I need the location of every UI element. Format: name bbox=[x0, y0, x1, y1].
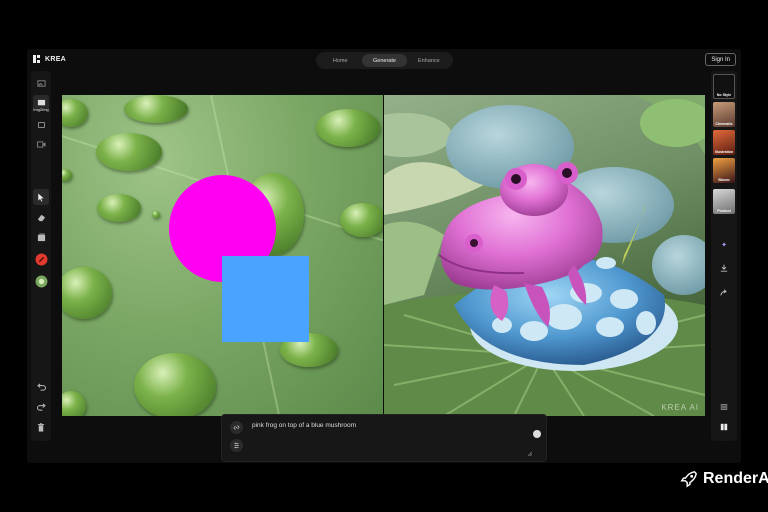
share-button[interactable] bbox=[717, 287, 731, 299]
gallery-icon bbox=[37, 232, 45, 241]
tab-enhance[interactable]: Enhance bbox=[407, 54, 451, 67]
img2img-label: Img2Img bbox=[33, 107, 49, 112]
style-product-label: Product bbox=[717, 209, 731, 213]
water-droplet bbox=[96, 133, 162, 171]
input-canvas[interactable] bbox=[62, 95, 383, 416]
style-cinematic-label: Cinematic bbox=[715, 122, 733, 126]
style-illustration[interactable]: Illustration bbox=[713, 130, 735, 155]
camera-icon bbox=[36, 140, 45, 148]
water-droplet bbox=[62, 267, 112, 319]
style-illustration-label: Illustration bbox=[714, 150, 734, 154]
split-view-icon bbox=[720, 423, 728, 431]
prompt-strength-toggle[interactable] bbox=[533, 430, 541, 438]
krea-app-window: KREA Home Generate Enhance Sign In Img2I… bbox=[27, 49, 741, 463]
water-droplet bbox=[316, 109, 380, 147]
red-color-swatch-icon bbox=[35, 253, 47, 265]
water-droplet bbox=[134, 353, 216, 416]
water-droplet bbox=[62, 391, 86, 416]
cursor-arrow-icon bbox=[38, 192, 44, 202]
text2img-tool[interactable] bbox=[33, 75, 49, 91]
prompt-settings-button[interactable] bbox=[230, 439, 243, 452]
tab-generate[interactable]: Generate bbox=[362, 54, 407, 67]
prompt-box[interactable]: pink frog on top of a blue mushroom bbox=[221, 414, 547, 462]
water-droplet bbox=[152, 211, 160, 218]
download-button[interactable] bbox=[717, 262, 731, 274]
style-presets-rail: No Style Cinematic Illustration Bloom Pr… bbox=[711, 71, 737, 441]
left-tool-rail: Img2Img bbox=[31, 71, 51, 441]
undo-icon bbox=[36, 383, 46, 391]
redo-button[interactable] bbox=[33, 399, 49, 415]
eraser-icon bbox=[37, 214, 45, 221]
trash-icon bbox=[37, 422, 45, 432]
style-product[interactable]: Product bbox=[713, 189, 735, 214]
delete-button[interactable] bbox=[33, 419, 49, 435]
prompt-link-button[interactable] bbox=[230, 421, 243, 434]
monitor-icon bbox=[37, 122, 45, 128]
download-icon bbox=[720, 264, 728, 272]
layers-icon bbox=[720, 404, 728, 410]
image-icon bbox=[36, 79, 46, 87]
water-droplet bbox=[340, 203, 383, 237]
redo-icon bbox=[36, 403, 46, 411]
water-droplet bbox=[62, 169, 72, 181]
style-no-style-label: No Style bbox=[716, 93, 732, 97]
sliders-icon bbox=[234, 442, 239, 449]
rendera-watermark: RenderA bbox=[680, 470, 768, 488]
krea-logo-icon bbox=[33, 55, 40, 63]
prompt-input[interactable]: pink frog on top of a blue mushroom bbox=[252, 422, 356, 429]
style-no-style[interactable]: No Style bbox=[713, 74, 735, 99]
water-droplet bbox=[62, 99, 88, 127]
krea-logo[interactable]: KREA bbox=[33, 55, 66, 63]
tab-home[interactable]: Home bbox=[318, 54, 362, 67]
sparkle-icon: ✦ bbox=[721, 242, 727, 249]
style-bloom[interactable]: Bloom bbox=[713, 158, 735, 183]
sign-in-button[interactable]: Sign In bbox=[705, 53, 736, 66]
eraser-tool[interactable] bbox=[33, 209, 49, 225]
generated-output-image: KREA AI bbox=[384, 95, 705, 416]
screen-tool[interactable] bbox=[33, 117, 49, 133]
share-arrow-icon bbox=[720, 289, 727, 296]
water-droplet bbox=[97, 194, 141, 222]
image-thumbnail-icon bbox=[35, 275, 47, 287]
image-reference-tool[interactable] bbox=[33, 273, 49, 289]
krea-watermark: KREA AI bbox=[661, 403, 699, 412]
frog-on-mushroom-illustration bbox=[384, 95, 705, 416]
blue-square-shape[interactable] bbox=[222, 256, 309, 342]
color-picker-tool[interactable] bbox=[33, 251, 49, 267]
select-tool[interactable] bbox=[33, 189, 49, 205]
main-nav: Home Generate Enhance bbox=[316, 52, 453, 69]
style-bloom-label: Bloom bbox=[718, 178, 730, 182]
image-upload-tool[interactable] bbox=[33, 229, 49, 245]
rendera-text: RenderA bbox=[703, 470, 768, 487]
link-icon bbox=[233, 425, 240, 430]
brand-name: KREA bbox=[45, 55, 67, 63]
water-droplet bbox=[124, 95, 188, 123]
style-cinematic[interactable]: Cinematic bbox=[713, 102, 735, 127]
split-view-button[interactable] bbox=[717, 421, 731, 433]
resize-handle-icon[interactable] bbox=[527, 451, 532, 456]
rocket-icon bbox=[680, 471, 697, 488]
enhance-button[interactable]: ✦ bbox=[717, 239, 731, 251]
layers-button[interactable] bbox=[717, 401, 731, 413]
undo-button[interactable] bbox=[33, 379, 49, 395]
video-tool[interactable] bbox=[33, 136, 49, 152]
